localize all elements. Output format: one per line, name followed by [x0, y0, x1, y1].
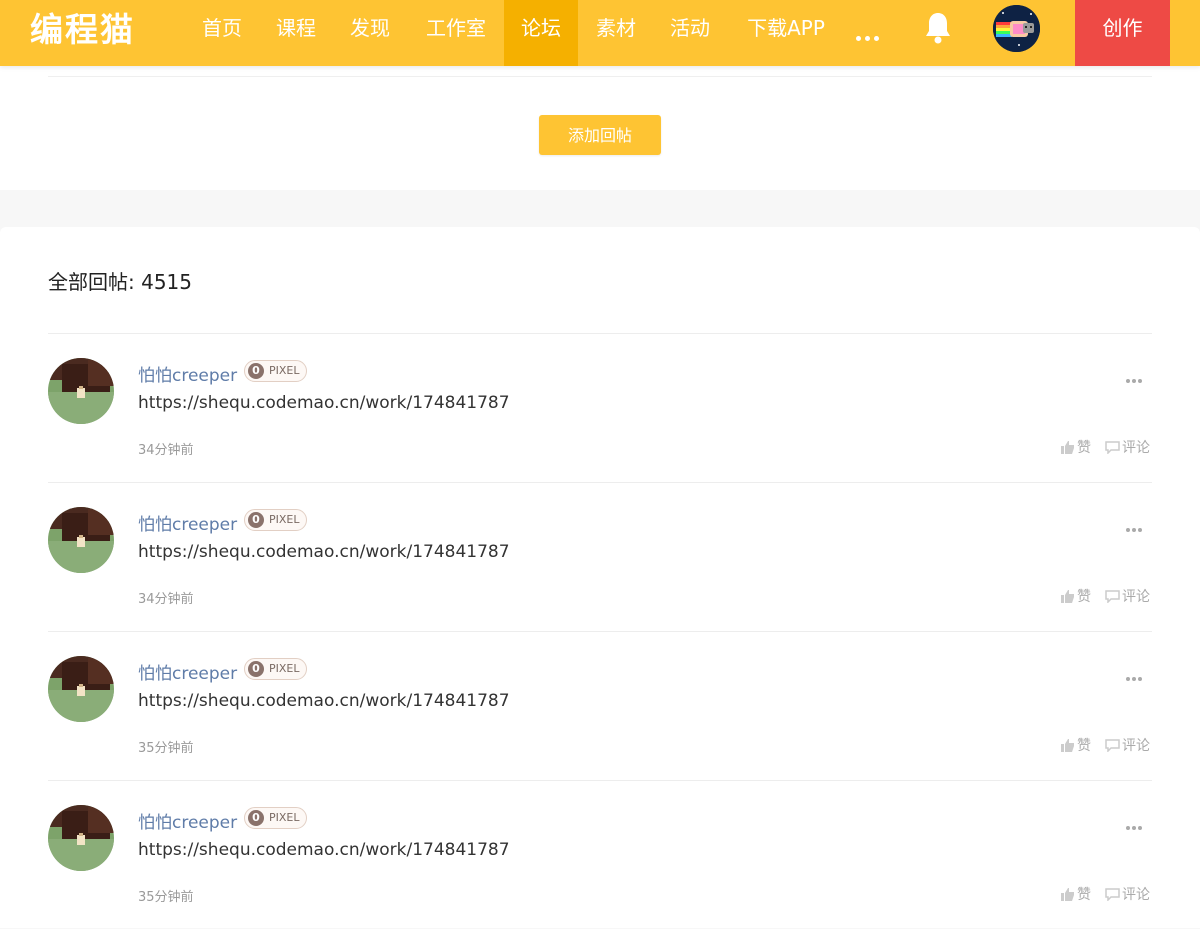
reply-author-avatar[interactable]: [48, 805, 114, 871]
reply-author-name[interactable]: 怕怕creeper: [138, 510, 237, 535]
nav-item-materials[interactable]: 素材: [584, 0, 648, 66]
reply-time: 34分钟前: [138, 592, 194, 607]
comment-button[interactable]: 评论: [1105, 437, 1150, 458]
replies-section: 全部回帖: 4515 怕怕creeper 0 PIXEL https://she…: [0, 227, 1200, 928]
site-logo[interactable]: 编程猫: [30, 8, 135, 52]
reply-author-name[interactable]: 怕怕creeper: [138, 808, 237, 833]
reply-author-avatar[interactable]: [48, 358, 114, 424]
badge-text: PIXEL: [269, 364, 300, 377]
thumbs-up-icon: [1061, 738, 1075, 756]
user-level-badge: 0 PIXEL: [244, 807, 307, 829]
nav-item-activities[interactable]: 活动: [658, 0, 722, 66]
user-level-badge: 0 PIXEL: [244, 360, 307, 382]
like-label: 赞: [1077, 440, 1091, 456]
reply-more-icon[interactable]: [1126, 815, 1146, 830]
comment-label: 评论: [1122, 738, 1150, 754]
comment-button[interactable]: 评论: [1105, 586, 1150, 607]
thumbs-up-icon: [1061, 887, 1075, 905]
badge-level: 0: [248, 810, 264, 826]
comment-button[interactable]: 评论: [1105, 735, 1150, 756]
reply-time: 34分钟前: [138, 443, 194, 458]
add-reply-button[interactable]: 添加回帖: [539, 115, 661, 155]
reply-content[interactable]: https://shequ.codemao.cn/work/174841787: [138, 542, 510, 562]
comment-label: 评论: [1122, 887, 1150, 903]
reply-author-avatar[interactable]: [48, 507, 114, 573]
reply-author-name[interactable]: 怕怕creeper: [138, 361, 237, 386]
nav-item-home[interactable]: 首页: [190, 0, 254, 66]
like-label: 赞: [1077, 589, 1091, 605]
create-button[interactable]: 创作: [1075, 0, 1170, 66]
reply-content[interactable]: https://shequ.codemao.cn/work/174841787: [138, 840, 510, 860]
reply-author-avatar[interactable]: [48, 656, 114, 722]
bell-icon[interactable]: [922, 10, 954, 46]
reply-more-icon[interactable]: [1126, 368, 1146, 383]
like-button[interactable]: 赞: [1061, 735, 1091, 756]
like-label: 赞: [1077, 738, 1091, 754]
thumbs-up-icon: [1061, 440, 1075, 458]
like-button[interactable]: 赞: [1061, 884, 1091, 905]
comment-label: 评论: [1122, 440, 1150, 456]
badge-level: 0: [248, 512, 264, 528]
like-button[interactable]: 赞: [1061, 437, 1091, 458]
thumbs-up-icon: [1061, 589, 1075, 607]
reply-item: 怕怕creeper 0 PIXEL https://shequ.codemao.…: [48, 780, 1152, 929]
like-button[interactable]: 赞: [1061, 586, 1091, 607]
nav-item-courses[interactable]: 课程: [264, 0, 328, 66]
reply-more-icon[interactable]: [1126, 666, 1146, 681]
reply-time: 35分钟前: [138, 890, 194, 905]
badge-level: 0: [248, 661, 264, 677]
top-navigation-bar: 编程猫 首页 课程 发现 工作室 论坛 素材 活动 下载APP 创作: [0, 0, 1200, 66]
reply-content[interactable]: https://shequ.codemao.cn/work/174841787: [138, 393, 510, 413]
reply-composer-card: 添加回帖: [0, 66, 1200, 190]
badge-text: PIXEL: [269, 513, 300, 526]
comment-button[interactable]: 评论: [1105, 884, 1150, 905]
reply-author-name[interactable]: 怕怕creeper: [138, 659, 237, 684]
reply-item: 怕怕creeper 0 PIXEL https://shequ.codemao.…: [48, 631, 1152, 780]
user-level-badge: 0 PIXEL: [244, 658, 307, 680]
comment-label: 评论: [1122, 589, 1150, 605]
reply-content[interactable]: https://shequ.codemao.cn/work/174841787: [138, 691, 510, 711]
comment-icon: [1105, 739, 1120, 756]
replies-count-heading: 全部回帖: 4515: [48, 270, 192, 294]
nav-item-discover[interactable]: 发现: [338, 0, 402, 66]
reply-more-icon[interactable]: [1126, 517, 1146, 532]
comment-icon: [1105, 888, 1120, 905]
comment-icon: [1105, 441, 1120, 458]
divider: [48, 76, 1152, 77]
nav-item-download-app[interactable]: 下载APP: [736, 0, 836, 66]
comment-icon: [1105, 590, 1120, 607]
user-level-badge: 0 PIXEL: [244, 509, 307, 531]
badge-text: PIXEL: [269, 811, 300, 824]
user-avatar[interactable]: [993, 5, 1040, 52]
nav-item-studio[interactable]: 工作室: [414, 0, 498, 66]
badge-text: PIXEL: [269, 662, 300, 675]
more-dots-icon[interactable]: [856, 26, 888, 41]
reply-item: 怕怕creeper 0 PIXEL https://shequ.codemao.…: [48, 333, 1152, 482]
badge-level: 0: [248, 363, 264, 379]
reply-time: 35分钟前: [138, 741, 194, 756]
like-label: 赞: [1077, 887, 1091, 903]
reply-item: 怕怕creeper 0 PIXEL https://shequ.codemao.…: [48, 482, 1152, 631]
nav-item-forum[interactable]: 论坛: [504, 0, 578, 66]
